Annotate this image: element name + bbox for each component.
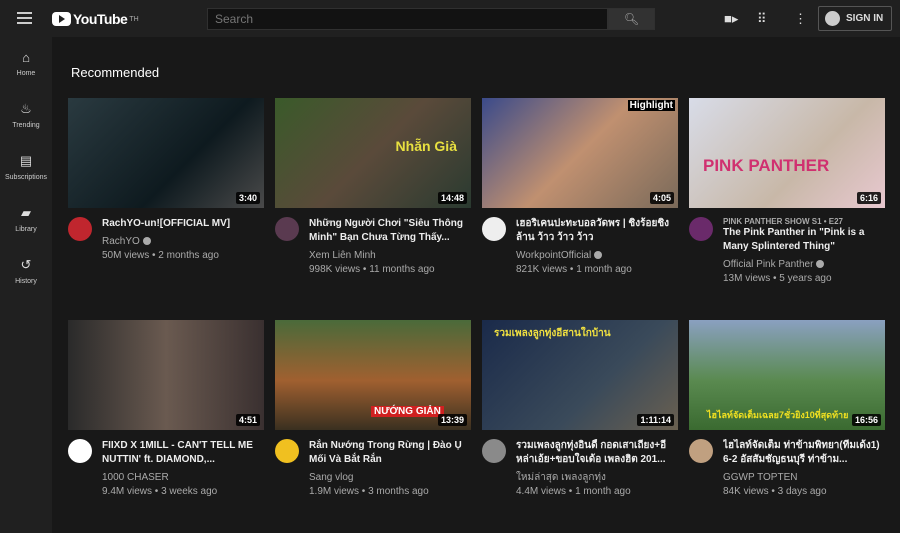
verified-icon: [142, 237, 151, 245]
view-count: 821K views • 1 month ago: [516, 264, 632, 275]
create-video-icon[interactable]: ■▸: [724, 11, 738, 27]
video-thumbnail[interactable]: Highlight 4:05: [482, 98, 678, 208]
duration-badge: 6:16: [856, 192, 881, 204]
sidebar-item-subscriptions[interactable]: ▤ Subscriptions: [0, 141, 52, 193]
youtube-logo[interactable]: YouTube TH: [52, 11, 139, 27]
video-title[interactable]: Những Người Chơi "Siêu Thông Minh" Bạn C…: [309, 217, 471, 245]
video-title[interactable]: รวมเพลงลูกทุ่งอินดี้ กอดเสาเถียง+อีหล่าเ…: [516, 439, 678, 467]
video-thumbnail[interactable]: รวมเพลงลูกทุ่งอีสานใกบ้าน 1:11:14: [482, 320, 678, 430]
view-count: 9.4M views • 3 weeks ago: [102, 486, 218, 497]
channel-avatar[interactable]: [482, 439, 506, 463]
video-card[interactable]: รวมเพลงลูกทุ่งอีสานใกบ้าน 1:11:14 รวมเพล…: [482, 320, 678, 499]
channel-name[interactable]: Xem Liên Minh: [309, 250, 376, 261]
verified-icon: [594, 251, 603, 259]
channel-name[interactable]: RachYO: [102, 236, 140, 247]
search-input[interactable]: [207, 8, 608, 30]
video-title[interactable]: RachYO-un![OFFICIAL MV]: [102, 217, 230, 231]
view-count: 13M views • 5 years ago: [723, 273, 832, 284]
folder-icon: ▰: [21, 205, 31, 220]
show-label: PINK PANTHER SHOW S1 • E27: [723, 217, 844, 226]
sidebar-item-library[interactable]: ▰ Library: [0, 193, 52, 245]
video-thumbnail[interactable]: ไฮไลท์จัดเต็มเฉลย7ชั่วยิง10ที่สุดท้าย 16…: [689, 320, 885, 430]
subscriptions-icon: ▤: [19, 153, 33, 168]
video-thumbnail[interactable]: NƯỚNG GIẢN 13:39: [275, 320, 471, 430]
duration-badge: 4:51: [235, 414, 260, 426]
view-count: 50M views • 2 months ago: [102, 250, 219, 261]
video-title[interactable]: ไฮไลท์จัดเต็ม ท่าข้ามพิทยา(ทีมเด้ง1) 6-2…: [723, 439, 885, 467]
duration-badge: 4:05: [649, 192, 674, 204]
account-icon: [825, 11, 840, 26]
video-title[interactable]: The Pink Panther in "Pink is a Many Spli…: [723, 226, 885, 254]
view-count: 998K views • 11 months ago: [309, 264, 435, 275]
video-thumbnail[interactable]: Nhẵn Già 14:48: [275, 98, 471, 208]
duration-badge: 14:48: [437, 192, 467, 204]
sidebar-item-home[interactable]: ⌂ Home: [0, 37, 52, 89]
video-card[interactable]: PINK PANTHER 6:16 PINK PANTHER SHOW S1 •…: [689, 98, 885, 286]
channel-name[interactable]: 1000 CHASER: [102, 472, 169, 483]
menu-icon[interactable]: [17, 12, 32, 27]
video-title[interactable]: Rắn Nướng Trong Rừng | Đào Ụ Mối Và Bắt …: [309, 439, 471, 467]
view-count: 4.4M views • 1 month ago: [516, 486, 631, 497]
sign-in-button[interactable]: SIGN IN: [818, 6, 892, 31]
video-thumbnail[interactable]: 4:51: [68, 320, 264, 430]
channel-avatar[interactable]: [275, 217, 299, 241]
video-thumbnail[interactable]: 3:40: [68, 98, 264, 208]
channel-avatar[interactable]: [68, 217, 92, 241]
video-card[interactable]: 4:51 FIIXD X 1MILL - CAN'T TELL ME NUTTI…: [68, 320, 264, 499]
video-card[interactable]: NƯỚNG GIẢN 13:39 Rắn Nướng Trong Rừng | …: [275, 320, 471, 499]
video-card[interactable]: 3:40 RachYO-un![OFFICIAL MV] RachYO 50M …: [68, 98, 264, 263]
channel-avatar[interactable]: [482, 217, 506, 241]
channel-name[interactable]: WorkpointOfficial: [516, 250, 591, 261]
search-button[interactable]: 🔍︎: [608, 8, 655, 30]
sidebar-item-history[interactable]: ↺ History: [0, 245, 52, 297]
top-bar: YouTubeTH 🔍︎ ■▸ ⠿ ⋮ SIGN IN: [0, 0, 900, 37]
video-card[interactable]: ไฮไลท์จัดเต็มเฉลย7ชั่วยิง10ที่สุดท้าย 16…: [689, 320, 885, 499]
channel-avatar[interactable]: [68, 439, 92, 463]
search-icon: 🔍︎: [623, 12, 640, 26]
channel-avatar[interactable]: [689, 439, 713, 463]
verified-icon: [816, 260, 825, 268]
view-count: 1.9M views • 3 months ago: [309, 486, 429, 497]
sidebar-item-trending[interactable]: ♨ Trending: [0, 89, 52, 141]
channel-name[interactable]: ใหม่ล่าสุด เพลงลูกทุ่ง: [516, 472, 606, 483]
duration-badge: 16:56: [851, 414, 881, 426]
video-card[interactable]: Nhẵn Già 14:48 Những Người Chơi "Siêu Th…: [275, 98, 471, 277]
history-icon: ↺: [20, 257, 32, 272]
channel-avatar[interactable]: [275, 439, 299, 463]
home-icon: ⌂: [22, 49, 30, 65]
duration-badge: 3:40: [235, 192, 260, 204]
channel-name[interactable]: GGWP TOPTEN: [723, 472, 797, 483]
duration-badge: 13:39: [437, 414, 467, 426]
apps-grid-icon[interactable]: ⠿: [757, 11, 767, 27]
sidebar: ⌂ Home ♨ Trending ▤ Subscriptions ▰ Library ↺ His…: [0, 37, 52, 533]
view-count: 84K views • 3 days ago: [723, 486, 827, 497]
more-vertical-icon[interactable]: ⋮: [794, 11, 807, 27]
video-title[interactable]: FIIXD X 1MILL - CAN'T TELL ME NUTTIN' ft…: [102, 439, 264, 467]
channel-name[interactable]: Sang vlog: [309, 472, 353, 483]
video-title[interactable]: เฮอริเคนปะทะบอลวัดพร | ชิงร้อยชิงล้าน ว้…: [516, 217, 678, 245]
duration-badge: 1:11:14: [637, 414, 674, 426]
section-title: Recommended: [71, 65, 160, 80]
flame-icon: ♨: [20, 101, 32, 116]
main-content: Recommended 3:40 RachYO-un![OFFICIAL MV]…: [52, 37, 900, 533]
channel-avatar[interactable]: [689, 217, 713, 241]
video-card[interactable]: Highlight 4:05 เฮอริเคนปะทะบอลวัดพร | ชิ…: [482, 98, 678, 277]
video-thumbnail[interactable]: PINK PANTHER 6:16: [689, 98, 885, 208]
play-icon: [52, 12, 71, 26]
channel-name[interactable]: Official Pink Panther: [723, 259, 813, 270]
